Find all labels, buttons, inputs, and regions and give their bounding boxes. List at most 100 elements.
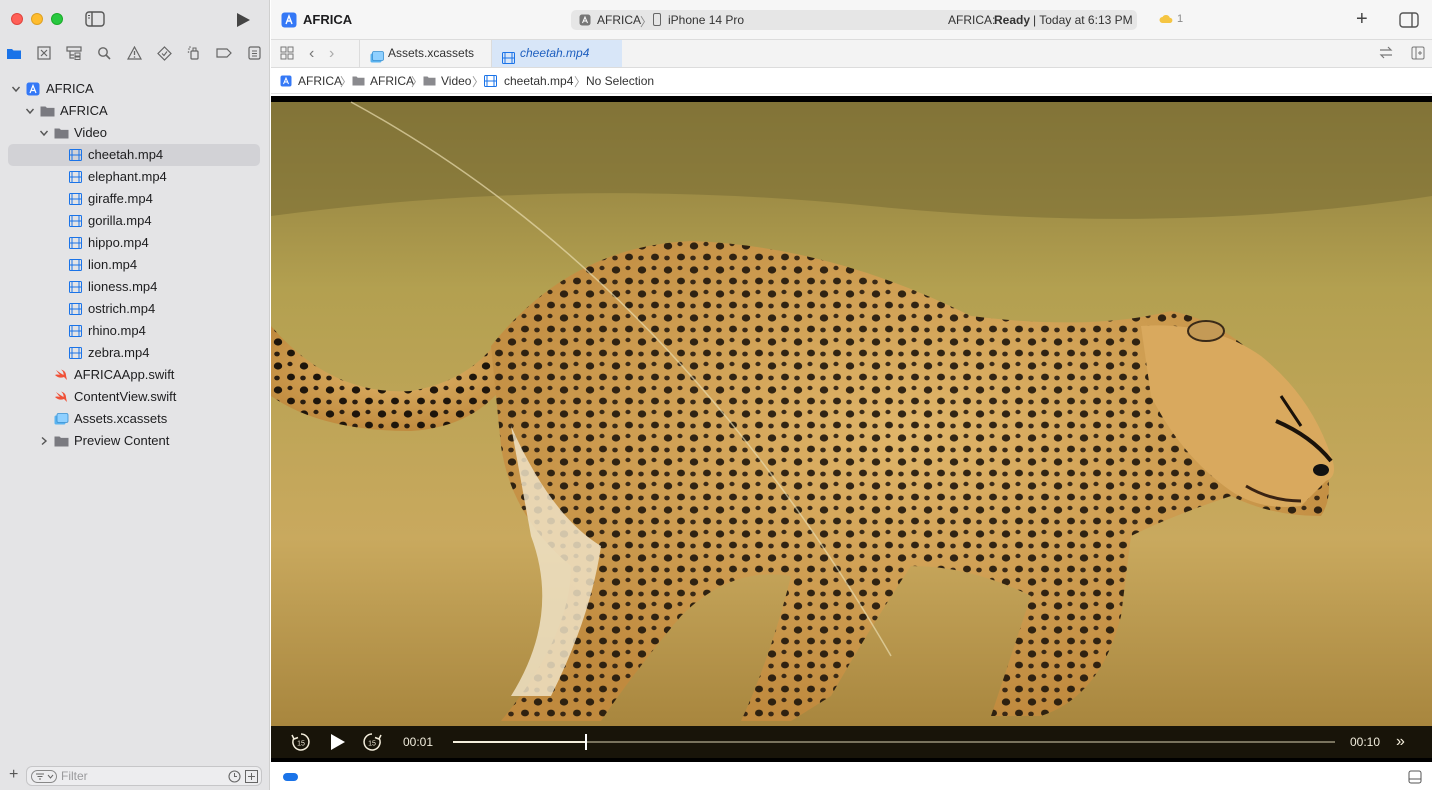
skip-back-15-icon[interactable]: 15 (291, 732, 311, 755)
activity-status-time: | Today at 6:13 PM (1033, 13, 1133, 27)
cloud-warning-indicator[interactable]: 1 (1159, 13, 1183, 25)
cheetah-video-frame (271, 96, 1432, 762)
navigate-back-chevron-icon[interactable]: ‹ (309, 45, 314, 63)
skip-forward-15-icon[interactable]: 15 (362, 732, 382, 755)
scheme-app-icon (579, 14, 591, 29)
navigator-item-label: rhino.mp4 (88, 323, 146, 338)
video-file-icon (67, 166, 83, 188)
navigator-item[interactable]: lioness.mp4 (0, 276, 270, 298)
xcassets-icon (53, 408, 69, 430)
navigator-item-label: gorilla.mp4 (88, 213, 152, 228)
end-time: 00:10 (1350, 735, 1381, 749)
navigator-filter-bar: + Filter (0, 762, 270, 790)
folder-icon (423, 75, 436, 89)
navigator-item-label: AFRICAApp.swift (74, 367, 175, 382)
test-navigator-diamond-icon[interactable] (155, 44, 173, 62)
add-file-plus-icon[interactable]: + (9, 767, 18, 783)
disclosure-chevron-down-icon[interactable] (10, 78, 22, 100)
navigator-item[interactable]: hippo.mp4 (0, 232, 270, 254)
folder-icon (53, 430, 69, 452)
window-toolbar: AFRICA AFRICA 〉 iPhone 14 Pro AFRICA: Re… (271, 0, 1432, 40)
breadcrumb-separator-icon: 〉 (574, 75, 587, 89)
navigator-item[interactable]: elephant.mp4 (0, 166, 270, 188)
toggle-debug-area-icon[interactable] (1408, 770, 1422, 787)
symbol-navigator-icon[interactable] (65, 44, 83, 62)
minimize-window-button[interactable] (31, 13, 43, 25)
issue-navigator-warning-icon[interactable] (125, 44, 143, 62)
navigator-item[interactable]: gorilla.mp4 (0, 210, 270, 232)
tab-label: cheetah.mp4 (520, 46, 590, 60)
zoom-window-button[interactable] (51, 13, 63, 25)
filter-options-icon[interactable] (31, 770, 57, 786)
navigate-forward-chevron-icon[interactable]: › (329, 45, 334, 63)
find-navigator-search-icon[interactable] (95, 44, 113, 62)
source-control-navigator-icon[interactable] (35, 44, 53, 62)
navigator-item[interactable]: Assets.xcassets (0, 408, 270, 430)
breadcrumb-item[interactable]: AFRICA (298, 74, 342, 88)
navigator-item[interactable]: giraffe.mp4 (0, 188, 270, 210)
navigator-item[interactable]: Video (0, 122, 270, 144)
navigator-item-label: elephant.mp4 (88, 169, 167, 184)
navigator-item[interactable]: rhino.mp4 (0, 320, 270, 342)
navigator-filter-field[interactable]: Filter (26, 766, 262, 786)
disclosure-chevron-down-icon[interactable] (24, 100, 36, 122)
navigator-item[interactable]: cheetah.mp4 (0, 144, 270, 166)
breakpoint-navigator-icon[interactable] (215, 44, 233, 62)
run-destination-selector[interactable]: iPhone 14 Pro (668, 13, 744, 27)
swap-editors-arrows-icon[interactable] (1379, 46, 1393, 62)
source-control-filter-icon[interactable] (245, 770, 258, 786)
breadcrumb-item[interactable]: cheetah.mp4 (504, 74, 573, 88)
swift-file-icon (53, 364, 69, 386)
library-plus-icon[interactable]: + (1356, 9, 1368, 29)
navigator-item[interactable]: AFRICA (0, 78, 270, 100)
window-controls (11, 13, 63, 25)
debug-area-indicator[interactable] (283, 773, 298, 781)
related-items-grid-icon[interactable] (280, 46, 294, 63)
folder-icon (39, 100, 55, 122)
scrubber-playhead[interactable] (585, 734, 587, 750)
video-file-icon (67, 188, 83, 210)
navigator-item-label: ContentView.swift (74, 389, 177, 404)
split-editor-add-icon[interactable] (1411, 46, 1425, 63)
navigator-item[interactable]: AFRICA (0, 100, 270, 122)
recent-files-clock-icon[interactable] (228, 770, 241, 786)
navigator-item[interactable]: ostrich.mp4 (0, 298, 270, 320)
disclosure-chevron-right-icon[interactable] (38, 430, 50, 452)
activity-status-project: AFRICA: (948, 13, 996, 27)
debug-navigator-spray-icon[interactable] (185, 44, 203, 62)
breadcrumb-item[interactable]: No Selection (586, 74, 654, 88)
close-window-button[interactable] (11, 13, 23, 25)
play-icon[interactable] (330, 733, 346, 754)
scheme-selector[interactable]: AFRICA (597, 13, 641, 27)
run-button[interactable] (235, 12, 251, 28)
navigator-item[interactable]: Preview Content (0, 430, 270, 452)
navigator-item-label: Video (74, 125, 108, 140)
navigator-item[interactable]: ContentView.swift (0, 386, 270, 408)
fast-forward-chevrons-icon[interactable]: » (1396, 734, 1405, 750)
tab-assets-xcassets[interactable]: Assets.xcassets (359, 40, 492, 67)
inspector-toggle-icon[interactable] (1399, 12, 1419, 31)
skip-forward-seconds: 15 (368, 741, 376, 748)
xcode-project-icon (280, 75, 292, 90)
report-navigator-icon[interactable] (245, 44, 263, 62)
window-title: AFRICA (303, 12, 353, 27)
tab-label: Assets.xcassets (388, 46, 475, 60)
breadcrumb-item[interactable]: Video (441, 74, 471, 88)
navigator-item[interactable]: AFRICAApp.swift (0, 364, 270, 386)
activity-status-state: Ready (994, 13, 1031, 27)
disclosure-chevron-down-icon[interactable] (38, 122, 50, 144)
navigator-item-label: giraffe.mp4 (88, 191, 153, 206)
video-player[interactable]: 15 15 00:01 00:10 » (271, 96, 1432, 762)
breadcrumb-item[interactable]: AFRICA (370, 74, 414, 88)
tab-cheetah-mp4[interactable]: cheetah.mp4 (492, 40, 622, 67)
video-file-icon (67, 232, 83, 254)
editor-tab-bar: ‹ › Assets.xcassets cheetah.mp4 (271, 40, 1432, 68)
project-navigator-folder-icon[interactable] (5, 44, 23, 62)
breadcrumb-separator-icon: 〉 (411, 75, 424, 89)
sidebar-toggle-icon[interactable] (85, 11, 105, 27)
iphone-device-icon (653, 13, 661, 29)
navigator-item-label: lion.mp4 (88, 257, 138, 272)
navigator-item[interactable]: zebra.mp4 (0, 342, 270, 364)
navigator-item[interactable]: lion.mp4 (0, 254, 270, 276)
xcode-project-icon (281, 12, 297, 31)
